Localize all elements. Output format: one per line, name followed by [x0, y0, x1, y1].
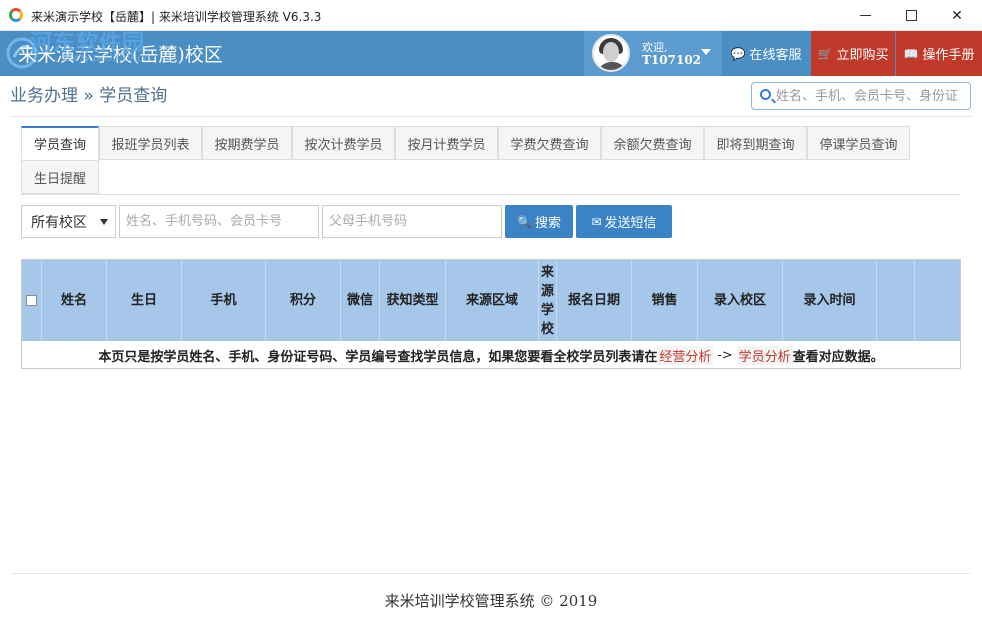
maximize-icon [905, 10, 917, 21]
minimize-icon [859, 15, 871, 16]
tab-suspended[interactable]: 停课学员查询 [807, 126, 910, 160]
send-sms-button[interactable]: ✉ 发送短信 [576, 205, 672, 238]
checkbox-icon [26, 295, 37, 306]
column-header[interactable]: 销售 [632, 260, 698, 341]
search-icon: 🔍 [517, 214, 532, 229]
column-header[interactable]: 积分 [266, 260, 341, 341]
cart-icon: 🛒 [817, 46, 833, 61]
app-logo-icon [9, 8, 23, 22]
watermark-url: www.pc0359.cn [62, 51, 151, 64]
column-header[interactable]: 获知类型 [380, 260, 446, 341]
tab-student-query[interactable]: 学员查询 [21, 126, 99, 160]
global-search[interactable] [751, 82, 971, 110]
chevron-down-icon [701, 49, 711, 55]
student-table: 姓名 生日 手机 积分 微信 获知类型 来源区域 来源学校 报名日期 销售 录入… [21, 259, 961, 369]
parent-phone-input[interactable] [322, 205, 502, 238]
column-header[interactable]: 微信 [341, 260, 380, 341]
column-header[interactable]: 姓名 [42, 260, 107, 341]
search-button[interactable]: 🔍 搜索 [505, 205, 573, 238]
user-name: T107102 [642, 53, 702, 67]
tab-tuition-arrears[interactable]: 学费欠费查询 [498, 126, 601, 160]
student-query-input[interactable] [119, 205, 319, 238]
column-header[interactable]: 手机 [182, 260, 266, 341]
send-sms-label: 发送短信 [604, 216, 657, 231]
table-header: 姓名 生日 手机 积分 微信 获知类型 来源区域 来源学校 报名日期 销售 录入… [22, 260, 960, 341]
global-search-input[interactable] [776, 86, 966, 106]
manual-label: 操作手册 [922, 48, 975, 63]
close-icon: ✕ [951, 7, 963, 24]
column-header[interactable] [877, 260, 915, 341]
table-note: 本页只是按学员姓名、手机、身份证号码、学员编号查找学员信息，如果您要看全校学员列… [22, 342, 960, 368]
tab-class-students[interactable]: 报班学员列表 [99, 126, 202, 160]
column-header[interactable]: 来源区域 [446, 260, 539, 341]
user-menu[interactable]: 欢迎, T107102 [584, 31, 722, 76]
avatar [592, 34, 630, 72]
column-header[interactable] [915, 260, 960, 341]
select-all-checkbox[interactable] [22, 260, 42, 341]
maximize-button[interactable] [888, 0, 934, 31]
buy-now-button[interactable]: 🛒 立即购买 [811, 31, 895, 76]
app-header: 来米演示学校(岳麓)校区 河东软件园 www.pc0359.cn 欢迎, T10… [0, 30, 982, 76]
tab-term-fee[interactable]: 按期费学员 [202, 126, 292, 160]
tab-expiring-soon[interactable]: 即将到期查询 [704, 126, 807, 160]
breadcrumb: 业务办理 » 学员查询 [10, 86, 168, 106]
note-text: 本页只是按学员姓名、手机、身份证号码、学员编号查找学员信息，如果您要看全校学员列… [98, 349, 658, 365]
book-icon: 📖 [903, 46, 919, 61]
divider [10, 116, 972, 117]
tab-birthday[interactable]: 生日提醒 [21, 160, 99, 194]
note-suffix: 查看对应数据。 [792, 349, 884, 365]
student-analysis-link[interactable]: 学员分析 [736, 345, 793, 365]
campus-select-value: 所有校区 [31, 214, 87, 231]
window-title: 来米演示学校【岳麓】| 来米培训学校管理系统 V6.3.3 [31, 10, 322, 24]
minimize-button[interactable] [842, 0, 888, 31]
close-button[interactable]: ✕ [934, 0, 980, 31]
note-arrow: -> [717, 347, 733, 363]
tab-balance-arrears[interactable]: 余额欠费查询 [601, 126, 704, 160]
envelope-icon: ✉ [591, 214, 602, 229]
search-button-label: 搜索 [534, 216, 561, 231]
business-analysis-link[interactable]: 经营分析 [657, 345, 714, 365]
tabs-divider [21, 194, 961, 195]
footer-divider [12, 573, 970, 574]
chevron-down-icon [100, 219, 108, 225]
campus-select[interactable]: 所有校区 [21, 205, 116, 238]
manual-button[interactable]: 📖 操作手册 [896, 31, 982, 76]
online-service-label: 在线客服 [749, 48, 802, 63]
column-header[interactable]: 来源学校 [539, 260, 557, 341]
column-header[interactable]: 报名日期 [557, 260, 632, 341]
window-titlebar: 来米演示学校【岳麓】| 来米培训学校管理系统 V6.3.3 ✕ [0, 0, 982, 31]
online-service-button[interactable]: 💬 在线客服 [722, 31, 810, 76]
buy-now-label: 立即购买 [836, 48, 889, 63]
chat-icon: 💬 [730, 46, 746, 61]
column-header[interactable]: 录入时间 [783, 260, 877, 341]
column-header[interactable]: 生日 [107, 260, 182, 341]
tab-per-session-fee[interactable]: 按次计费学员 [292, 126, 395, 160]
footer-copyright: 来米培训学校管理系统 © 2019 [384, 592, 598, 610]
column-header[interactable]: 录入校区 [698, 260, 783, 341]
tab-monthly-fee[interactable]: 按月计费学员 [395, 126, 498, 160]
search-icon [760, 89, 771, 100]
